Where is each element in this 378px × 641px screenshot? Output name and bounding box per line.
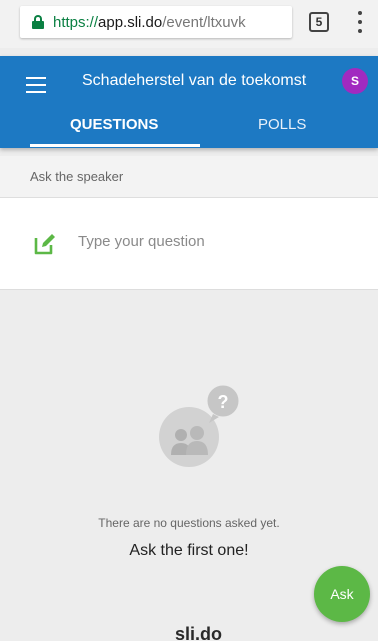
empty-message: There are no questions asked yet. xyxy=(98,516,280,530)
hamburger-icon[interactable] xyxy=(26,77,46,93)
slido-logo: sli.do xyxy=(175,624,223,641)
url-host: app.sli.do xyxy=(98,13,163,31)
compose-icon xyxy=(34,234,55,255)
address-bar[interactable]: https://app.sli.do/event/ltxuvk xyxy=(20,6,292,38)
event-title: Schadeherstel van de toekomst xyxy=(82,72,307,89)
kebab-menu-icon[interactable] xyxy=(357,11,363,33)
section-label: Ask the speaker xyxy=(30,169,124,184)
section-header: Ask the speaker xyxy=(0,156,378,198)
lock-icon xyxy=(32,15,44,29)
ask-button[interactable]: Ask xyxy=(314,566,370,622)
app-header: Schadeherstel van de toekomst S QUESTION… xyxy=(0,56,378,148)
question-placeholder: Type your question xyxy=(78,233,205,250)
speaker-question-icon: ? xyxy=(159,382,242,467)
tab-questions[interactable]: QUESTIONS xyxy=(70,116,158,133)
url-path: /event/ltxuvk xyxy=(162,13,246,31)
svg-text:?: ? xyxy=(218,392,229,412)
tab-polls[interactable]: POLLS xyxy=(258,116,306,133)
tab-switcher-button[interactable]: 5 xyxy=(309,12,329,32)
question-input[interactable]: Type your question xyxy=(0,198,378,290)
browser-toolbar: https://app.sli.do/event/ltxuvk 5 xyxy=(0,0,378,48)
url-scheme: https:// xyxy=(53,13,99,31)
active-tab-indicator xyxy=(30,144,200,147)
avatar[interactable]: S xyxy=(342,68,368,94)
empty-cta: Ask the first one! xyxy=(129,542,249,559)
